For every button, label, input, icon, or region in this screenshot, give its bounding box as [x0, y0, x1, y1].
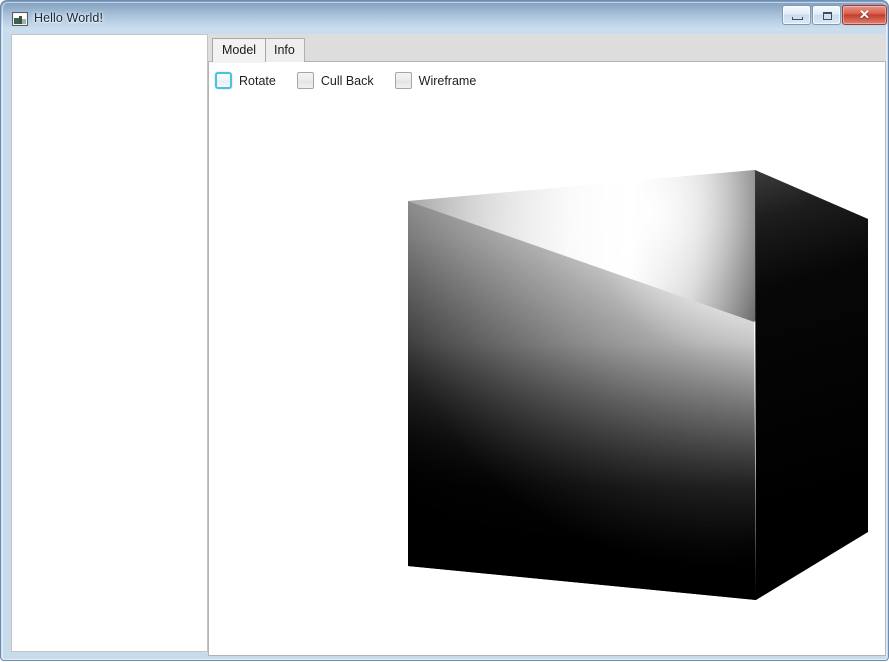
close-icon: ✕ — [859, 7, 870, 22]
wireframe-label: Wireframe — [418, 73, 477, 88]
tabbed-pane: Model Info Rotate Cull Back Wireframe — [208, 34, 889, 656]
checkbox-icon-rotate[interactable] — [215, 72, 232, 89]
rotate-label: Rotate — [239, 73, 276, 88]
empty-side-panel[interactable] — [11, 34, 208, 652]
cull-back-label: Cull Back — [320, 73, 374, 88]
minimize-button[interactable] — [782, 5, 811, 25]
rotate-checkbox-item[interactable]: Rotate — [215, 72, 276, 89]
checkbox-icon-cull-back[interactable] — [296, 72, 314, 89]
maximize-icon — [823, 12, 832, 20]
tab-strip: Model Info — [208, 34, 886, 62]
cube-right-face — [755, 170, 868, 600]
tab-info[interactable]: Info — [264, 38, 305, 62]
tab-content-model: Rotate Cull Back Wireframe — [208, 62, 886, 656]
render-options: Rotate Cull Back Wireframe — [215, 72, 497, 89]
window-controls: ✕ — [782, 5, 887, 25]
wireframe-checkbox-item[interactable]: Wireframe — [394, 72, 477, 89]
title-bar[interactable]: Hello World! ✕ — [1, 1, 889, 34]
minimize-icon — [792, 17, 803, 20]
cull-back-checkbox-item[interactable]: Cull Back — [296, 72, 374, 89]
application-image-icon — [12, 12, 28, 26]
3d-model-viewport[interactable] — [209, 62, 885, 655]
window-title: Hello World! — [34, 11, 104, 25]
close-button[interactable]: ✕ — [842, 5, 887, 25]
checkbox-icon-wireframe[interactable] — [394, 72, 412, 89]
client-area: Model Info Rotate Cull Back Wireframe — [1, 34, 889, 662]
cube-render — [408, 170, 868, 600]
maximize-button[interactable] — [812, 5, 841, 25]
tab-model[interactable]: Model — [212, 38, 267, 62]
application-window: Hello World! ✕ Model Info Rotate Cull Ba… — [0, 0, 889, 661]
